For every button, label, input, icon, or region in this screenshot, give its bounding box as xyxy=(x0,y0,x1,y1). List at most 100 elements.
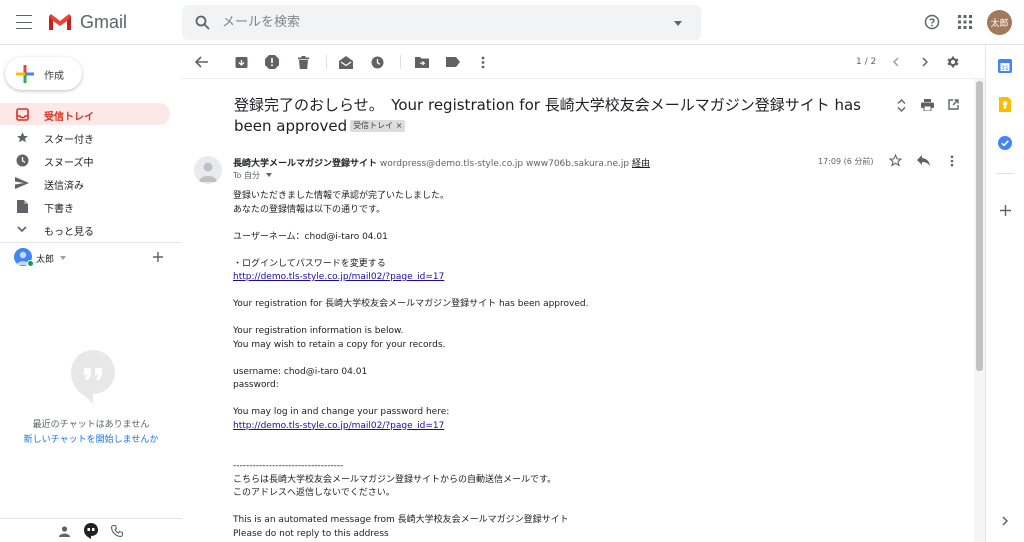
chevron-down-icon xyxy=(15,222,29,236)
sidebar-item-label: スター付き xyxy=(44,135,94,146)
open-new-window-icon[interactable] xyxy=(946,97,961,112)
plus-icon xyxy=(15,64,34,83)
expand-panel-chevron-icon[interactable] xyxy=(999,515,1011,527)
subject-text: 登録完了のおしらせ。 Your registration for 長崎大学校友会… xyxy=(234,96,861,135)
page-count: 1 / 2 xyxy=(856,57,877,67)
message-time: 17:09 (6 分前) xyxy=(818,157,874,166)
sidebar-item-drafts[interactable]: 下書き xyxy=(0,195,170,217)
more-vert-icon[interactable] xyxy=(475,54,491,70)
contacts-icon[interactable] xyxy=(57,524,71,538)
star-outline-icon[interactable] xyxy=(888,153,903,168)
svg-text:31: 31 xyxy=(1001,65,1009,72)
side-panel: 31 xyxy=(985,45,1024,542)
snooze-icon[interactable] xyxy=(369,54,385,70)
app-name[interactable]: Gmail xyxy=(80,12,127,33)
body-line: This is an automated message from 長崎大学校友… xyxy=(233,515,569,525)
print-icon[interactable] xyxy=(920,97,935,112)
sidebar-item-more[interactable]: もっと見る xyxy=(0,218,170,240)
panel-divider xyxy=(996,173,1014,174)
body-line: You may wish to retain a copy for your r… xyxy=(233,339,446,350)
clock-icon xyxy=(15,153,29,167)
phone-icon[interactable] xyxy=(110,524,124,538)
account-avatar[interactable]: 太郎 xyxy=(987,10,1012,35)
label-icon[interactable] xyxy=(445,54,461,70)
expand-collapse-icon[interactable] xyxy=(894,97,908,113)
add-addon-plus-icon[interactable] xyxy=(998,203,1012,217)
email-subject: 登録完了のおしらせ。 Your registration for 長崎大学校友会… xyxy=(234,95,884,137)
settings-gear-icon[interactable] xyxy=(945,54,961,70)
compose-label: 作成 xyxy=(44,71,64,82)
toolbar-divider xyxy=(326,55,327,69)
report-spam-icon[interactable] xyxy=(264,54,280,70)
search-bar[interactable] xyxy=(182,5,701,40)
sidebar-item-sent[interactable]: 送信済み xyxy=(0,172,170,194)
start-chat-link[interactable]: 新しいチャットを開始しませんか xyxy=(0,432,182,445)
body-separator: ---------------------------------- xyxy=(233,461,344,471)
calendar-icon[interactable]: 31 xyxy=(997,58,1013,74)
body-line: こちらは長崎大学校友会メールマガジン登録サイトからの自動送信メールです。 xyxy=(233,474,557,485)
hangouts-footer xyxy=(0,518,182,542)
sender-name[interactable]: 長崎大学メールマガジン登録サイト xyxy=(233,159,377,169)
sidebar-item-label: スヌーズ中 xyxy=(44,158,94,169)
search-icon[interactable] xyxy=(194,14,211,31)
inbox-icon xyxy=(15,107,29,121)
password-change-link[interactable]: http://demo.tls-style.co.jp/mail02/?page… xyxy=(233,272,444,282)
hangouts-icon[interactable] xyxy=(83,522,99,539)
no-chats-text: 最近のチャットはありません xyxy=(32,420,150,430)
sidebar-item-starred[interactable]: スター付き xyxy=(0,126,170,148)
body-line: ユーザーネーム：chod@i-taro 04.01 xyxy=(233,231,388,242)
gmail-logo-icon[interactable] xyxy=(46,11,74,33)
login-link[interactable]: http://demo.tls-style.co.jp/mail02/?page… xyxy=(233,421,444,431)
body-line: ・ログインしてパスワードを変更する xyxy=(233,258,386,269)
new-chat-plus-icon[interactable] xyxy=(151,250,165,264)
recipient-text: To 自分 xyxy=(233,171,260,180)
recipient-line[interactable]: To 自分 xyxy=(233,170,272,181)
sidebar-item-snoozed[interactable]: スヌーズ中 xyxy=(0,149,170,171)
help-icon[interactable] xyxy=(923,13,941,31)
delete-icon[interactable] xyxy=(295,54,311,70)
inbox-label-chip[interactable]: 受信トレイ × xyxy=(350,120,406,132)
online-status-icon xyxy=(27,260,34,267)
newer-chevron-icon[interactable] xyxy=(888,54,904,70)
hangouts-user[interactable]: 太郎 xyxy=(14,247,74,267)
sidebar-item-label: 送信済み xyxy=(44,181,84,192)
hangouts-divider xyxy=(0,242,182,243)
remove-label-icon[interactable]: × xyxy=(396,121,403,130)
main-menu-icon[interactable] xyxy=(14,12,34,32)
body-line: このアドレスへ返信しないでください。 xyxy=(233,488,395,498)
toolbar-divider xyxy=(400,55,401,69)
hangouts-user-name: 太郎 xyxy=(36,255,55,265)
move-to-icon[interactable] xyxy=(414,54,430,70)
body-line: あなたの登録情報は以下の通りです。 xyxy=(233,204,386,215)
sidebar-item-inbox[interactable]: 受信トレイ xyxy=(0,103,170,125)
user-menu-arrow-icon[interactable] xyxy=(60,255,66,260)
archive-icon[interactable] xyxy=(233,54,249,70)
body-line: Your registration information is below. xyxy=(233,326,404,336)
message-toolbar: 1 / 2 xyxy=(182,45,985,79)
scrollbar-thumb[interactable] xyxy=(976,81,983,371)
hangouts-quote-icon xyxy=(70,349,115,405)
mark-unread-icon[interactable] xyxy=(338,54,354,70)
message-more-icon[interactable] xyxy=(947,153,957,168)
via-link[interactable]: 経由 xyxy=(632,159,650,169)
sidebar-item-label: 受信トレイ xyxy=(44,112,94,123)
sidebar: 作成 受信トレイ スター付き スヌーズ中 送信済み 下書き もっと見る 太郎 最… xyxy=(0,45,182,542)
search-input[interactable] xyxy=(222,12,642,32)
email-body: 登録いただきました情報で承認が完了いたしました。 あなたの登録情報は以下の通りで… xyxy=(233,190,833,541)
search-options-icon[interactable] xyxy=(673,18,683,28)
body-line: Please do not reply to this address xyxy=(233,528,389,539)
back-arrow-icon[interactable] xyxy=(193,54,209,70)
older-chevron-icon[interactable] xyxy=(917,54,933,70)
tasks-icon[interactable] xyxy=(997,135,1013,151)
body-line: You may log in and change your password … xyxy=(233,407,450,417)
sender-avatar[interactable] xyxy=(194,156,222,184)
sidebar-item-label: 下書き xyxy=(44,204,74,215)
reply-icon[interactable] xyxy=(916,153,931,168)
send-icon xyxy=(15,176,29,190)
compose-button[interactable]: 作成 xyxy=(5,57,82,90)
apps-grid-icon[interactable] xyxy=(956,13,974,31)
recipient-details-icon[interactable] xyxy=(265,173,272,177)
keep-icon[interactable] xyxy=(997,96,1013,112)
body-line: username: chod@i-taro 04.01 xyxy=(233,366,368,377)
draft-icon xyxy=(15,199,29,213)
